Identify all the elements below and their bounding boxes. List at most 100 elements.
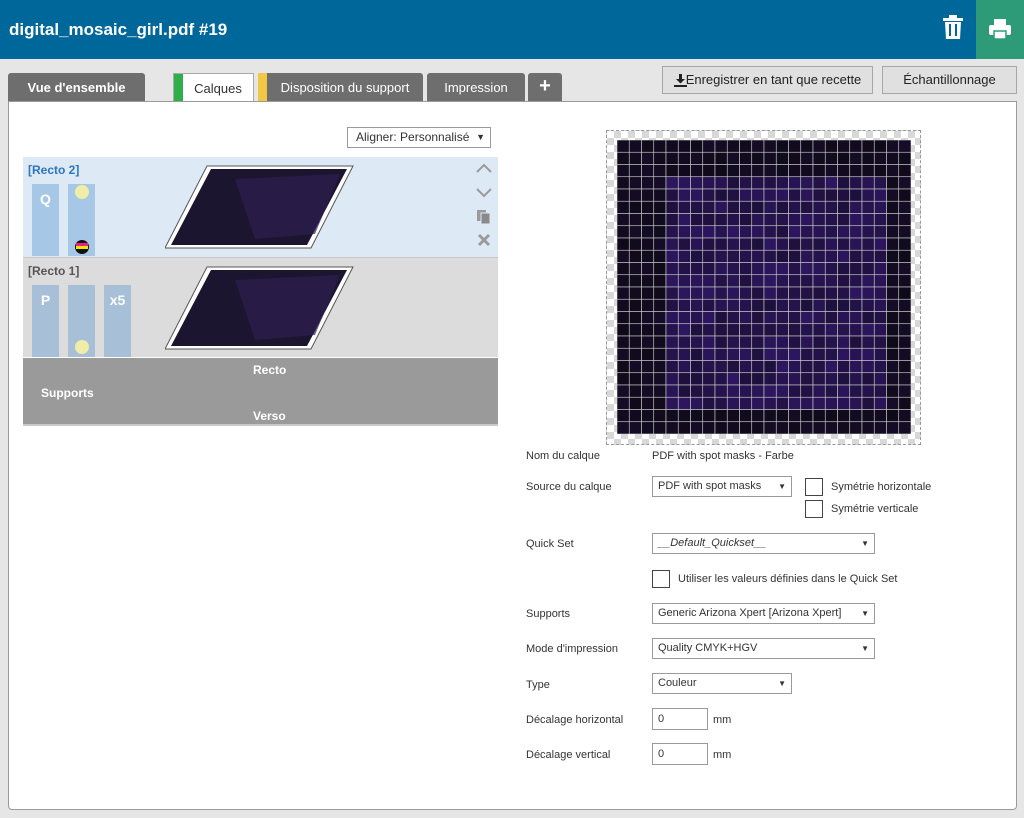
tab-layers[interactable]: Calques [173,73,254,103]
layer-thumbnail [165,266,354,350]
mosaic-tile [812,360,826,374]
mosaic-tile [849,298,863,312]
mosaic-tile [665,164,679,178]
mosaic-tile [824,286,838,300]
mosaic-tile [714,164,728,178]
layer-source-select[interactable]: PDF with spot masks ▼ [652,476,792,497]
print-button[interactable] [976,0,1024,59]
mosaic-tile [653,360,667,374]
dropdown-arrow-icon: ▼ [778,482,786,491]
sampling-button[interactable]: Échantillonnage [882,66,1017,94]
duplicate-icon[interactable] [475,209,493,227]
mosaic-tile [739,335,753,349]
layer-recto-2[interactable]: [Recto 2] Q [23,157,498,257]
layer-recto-1[interactable]: [Recto 1] P x5 [23,257,498,357]
mosaic-tile [763,396,777,410]
mosaic-tile [812,237,826,251]
flip-vertical-checkbox[interactable] [805,500,823,518]
tab-media-layout[interactable]: Disposition du support [258,73,423,102]
mosaic-tile [788,396,802,410]
mosaic-tile [665,225,679,239]
mosaic-tile [690,323,704,337]
mosaic-tile [665,372,679,386]
mosaic-tile [617,421,630,434]
mosaic-tile [837,298,851,312]
tab-overview[interactable]: Vue d'ensemble [8,73,145,102]
media-select[interactable]: Generic Arizona Xpert [Arizona Xpert] ▼ [652,603,875,624]
mosaic-tile [763,409,777,423]
mosaic-tile [653,140,667,153]
mosaic-tile [739,274,753,288]
quickset-select[interactable]: __Default_Quickset__ ▼ [652,533,875,554]
save-recipe-button[interactable]: Enregistrer en tant que recette [662,66,873,94]
mosaic-tile [788,262,802,276]
layer-name: [Recto 1] [28,264,80,278]
mosaic-tile [653,213,667,227]
mosaic-tile [665,151,679,165]
type-select[interactable]: Couleur ▼ [652,673,792,694]
mosaic-tile [763,164,777,178]
mosaic-tile [837,237,851,251]
mosaic-tile [873,213,887,227]
mosaic-tile [665,360,679,374]
mosaic-tile [726,323,740,337]
mosaic-tile [641,347,655,361]
move-up-icon[interactable] [475,160,493,178]
mosaic-tile [653,151,667,165]
use-quickset-checkbox[interactable] [652,570,670,588]
mosaic-tile [861,200,875,214]
mosaic-tile [628,176,642,190]
tab-label: Calques [194,81,242,96]
mosaic-tile [751,262,765,276]
tab-marker [174,74,183,103]
print-mode-select[interactable]: Quality CMYK+HGV ▼ [652,638,875,659]
mosaic-tile [812,384,826,398]
delete-layer-icon[interactable] [475,233,493,251]
mosaic-tile [641,188,655,202]
mosaic-tile [763,323,777,337]
mosaic-tile [641,262,655,276]
mosaic-tile [824,396,838,410]
mosaic-tile [641,200,655,214]
offset-h-input[interactable]: 0 [652,708,708,730]
trash-icon[interactable] [938,12,968,42]
mosaic-tile [628,140,642,153]
mosaic-tile [665,335,679,349]
mosaic-tile [628,274,642,288]
mosaic-tile [824,249,838,263]
mosaic-tile [800,335,814,349]
mosaic-tile [788,225,802,239]
add-tab-button[interactable]: + [528,73,562,102]
tab-print[interactable]: Impression [427,73,525,102]
mosaic-tile [641,274,655,288]
mosaic-tile [812,372,826,386]
mosaic-tile [653,262,667,276]
mosaic-tile [800,213,814,227]
mosaic-tile [702,360,716,374]
mosaic-tile [690,409,704,423]
flip-horizontal-checkbox[interactable] [805,478,823,496]
mosaic-tile [641,409,655,423]
mosaic-tile [800,164,814,178]
mosaic-tile [800,286,814,300]
mosaic-tile [763,213,777,227]
mosaic-tile [690,274,704,288]
mosaic-tile [898,335,911,349]
mosaic-tile [812,323,826,337]
mosaic-tile [628,311,642,325]
move-down-icon[interactable] [475,185,493,203]
mosaic-tile [665,347,679,361]
mosaic-tile [739,262,753,276]
mosaic-tile [677,188,691,202]
mosaic-tile [898,200,911,214]
mosaic-tile [726,298,740,312]
download-icon [674,74,687,87]
align-select[interactable]: Aligner: Personnalisé ▼ [347,127,491,148]
mosaic-tile [812,225,826,239]
mosaic-tile [690,311,704,325]
mosaic-tile [849,225,863,239]
mosaic-tile [702,200,716,214]
mosaic-tile [800,421,814,434]
offset-v-input[interactable]: 0 [652,743,708,765]
mosaic-tile [898,347,911,361]
